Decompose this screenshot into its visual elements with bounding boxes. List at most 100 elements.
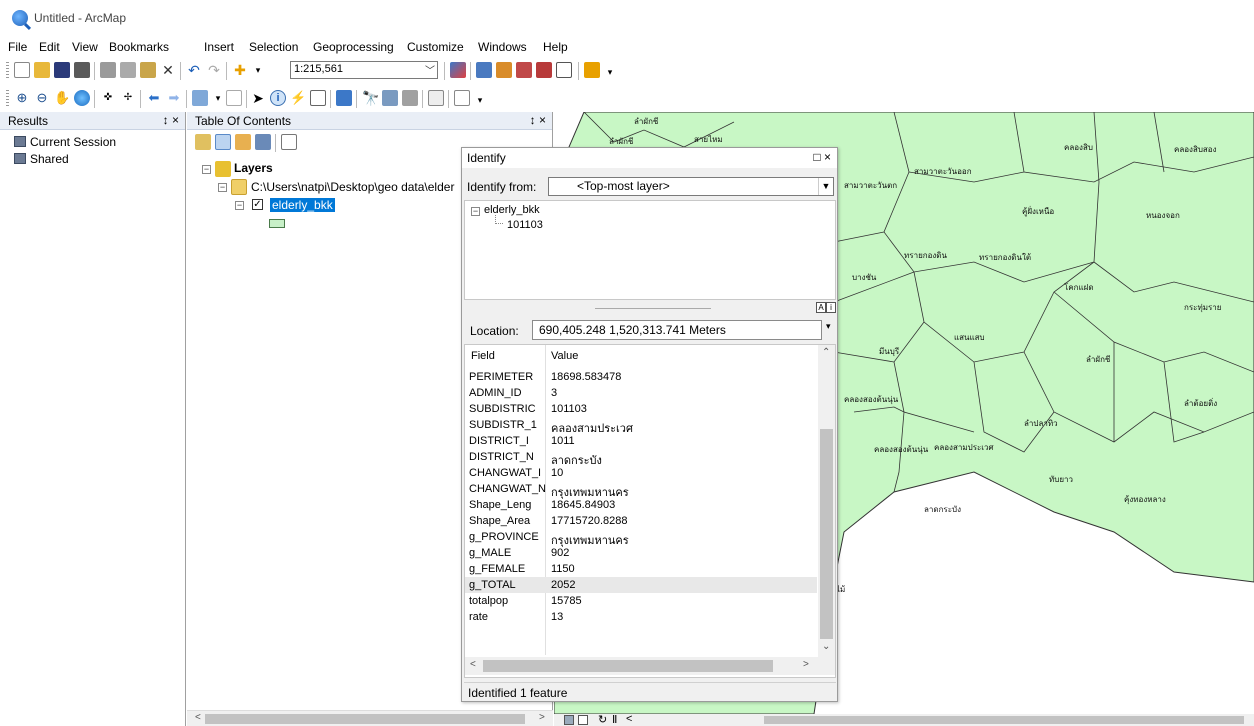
save-icon[interactable]: [54, 62, 70, 78]
table-row[interactable]: CHANGWAT_N กรุงเทพมหานคร: [465, 481, 817, 499]
map-scale-combo[interactable]: 1:215,561 ﹀: [290, 61, 438, 79]
menu-windows[interactable]: Windows: [478, 40, 527, 54]
table-row[interactable]: g_MALE 902: [465, 545, 817, 561]
catalog-icon[interactable]: [496, 62, 512, 78]
location-menu-icon[interactable]: ▾: [826, 321, 831, 332]
select-features-icon[interactable]: [192, 90, 208, 106]
arctoolbox-icon[interactable]: [536, 62, 552, 78]
table-row[interactable]: SUBDISTR_1 คลองสามประเวศ: [465, 417, 817, 435]
table-row[interactable]: g_TOTAL 2052: [465, 577, 817, 593]
new-document-icon[interactable]: [14, 62, 30, 78]
scrollbar-thumb[interactable]: [483, 660, 773, 672]
scroll-left-icon[interactable]: <: [195, 712, 201, 723]
pin-close-icon[interactable]: ↕ ×: [530, 113, 546, 127]
table-row[interactable]: CHANGWAT_I 10: [465, 465, 817, 481]
paste-icon[interactable]: [140, 62, 156, 78]
scroll-left-icon[interactable]: <: [470, 659, 476, 670]
value-column-header[interactable]: Value: [551, 350, 578, 362]
table-row[interactable]: Shape_Leng 18645.84903: [465, 497, 817, 513]
table-row[interactable]: DISTRICT_I 1011: [465, 433, 817, 449]
refresh-icon[interactable]: ↻: [598, 713, 607, 726]
menu-selection[interactable]: Selection: [249, 40, 298, 54]
collapse-icon[interactable]: −: [218, 183, 227, 192]
scroll-right-icon[interactable]: >: [803, 659, 809, 670]
grid-vertical-scrollbar[interactable]: ⌃ ⌄: [818, 345, 835, 657]
map-horizontal-scrollbar[interactable]: [764, 716, 1244, 724]
view-mode-icon[interactable]: A: [816, 302, 826, 313]
find-icon[interactable]: 🔭: [362, 90, 379, 106]
layout-view-icon[interactable]: [578, 715, 588, 725]
list-by-selection-icon[interactable]: [255, 134, 271, 150]
menu-help[interactable]: Help: [543, 40, 568, 54]
layer-visibility-checkbox[interactable]: ✓: [252, 199, 263, 210]
results-current-session[interactable]: Current Session: [30, 135, 116, 149]
layer-legend-swatch[interactable]: [269, 219, 285, 228]
zoom-in-icon[interactable]: ⊕: [14, 90, 30, 106]
clear-selection-icon[interactable]: [226, 90, 242, 106]
redo-icon[interactable]: ↷: [206, 62, 222, 78]
chevron-down-icon[interactable]: ﹀: [425, 62, 435, 77]
pan-icon[interactable]: ✋: [54, 90, 70, 106]
identify-from-select[interactable]: <Top-most layer> ▼: [548, 177, 834, 196]
editor-toolbar-icon[interactable]: [450, 62, 466, 78]
back-extent-icon[interactable]: ⬅: [146, 90, 162, 106]
add-data-icon[interactable]: ✚: [232, 62, 248, 78]
menu-bookmarks[interactable]: Bookmarks: [109, 40, 169, 54]
cut-icon[interactable]: [100, 62, 116, 78]
list-by-visibility-icon[interactable]: [235, 134, 251, 150]
html-popup-icon[interactable]: [310, 90, 326, 106]
menu-geoprocessing[interactable]: Geoprocessing: [313, 40, 394, 54]
menu-file[interactable]: File: [8, 40, 27, 54]
toc-layers-label[interactable]: Layers: [234, 161, 273, 175]
undo-icon[interactable]: ↶: [186, 62, 202, 78]
open-folder-icon[interactable]: [34, 62, 50, 78]
zoom-out-icon[interactable]: ⊖: [34, 90, 50, 106]
select-elements-icon[interactable]: ➤: [250, 90, 266, 106]
table-row[interactable]: Shape_Area 17715720.8288: [465, 513, 817, 529]
find-route-icon[interactable]: [382, 90, 398, 106]
model-builder-icon[interactable]: [584, 62, 600, 78]
identify-splitter[interactable]: A i: [464, 300, 836, 316]
identify-icon[interactable]: i: [270, 90, 286, 106]
full-extent-icon[interactable]: [74, 90, 90, 106]
table-row[interactable]: DISTRICT_N ลาดกระบัง: [465, 449, 817, 467]
table-row[interactable]: g_PROVINCE กรุงเทพมหานคร: [465, 529, 817, 547]
menu-customize[interactable]: Customize: [407, 40, 464, 54]
table-row[interactable]: g_FEMALE 1150: [465, 561, 817, 577]
field-column-header[interactable]: Field: [471, 350, 495, 362]
delete-icon[interactable]: ✕: [160, 62, 176, 78]
table-row[interactable]: SUBDISTRIC 101103: [465, 401, 817, 417]
scroll-up-icon[interactable]: ⌃: [822, 347, 830, 358]
grid-horizontal-scrollbar[interactable]: < >: [465, 657, 835, 675]
toolbar-overflow-icon[interactable]: ▾: [472, 90, 488, 106]
magnifier-icon[interactable]: [454, 90, 470, 106]
info-mode-icon[interactable]: i: [826, 302, 836, 313]
list-by-source-icon[interactable]: [215, 134, 231, 150]
chevron-down-icon[interactable]: ▼: [818, 178, 833, 195]
scrollbar-thumb[interactable]: [205, 714, 525, 724]
toc-folder-path[interactable]: C:\Users\natpi\Desktop\geo data\elder: [251, 180, 454, 194]
splitter-handle[interactable]: [595, 308, 711, 309]
scroll-right-icon[interactable]: >: [539, 712, 545, 723]
collapse-icon[interactable]: −: [471, 207, 480, 216]
select-dropdown-icon[interactable]: ▾: [210, 90, 226, 106]
tree-layer-node[interactable]: elderly_bkk: [484, 204, 540, 216]
maximize-close-icon[interactable]: □ ×: [813, 150, 831, 164]
measure-icon[interactable]: [336, 90, 352, 106]
toolbar-grip[interactable]: [6, 90, 9, 108]
toc-layer-name[interactable]: elderly_bkk: [270, 198, 335, 212]
scroll-left-icon[interactable]: <: [626, 713, 632, 725]
forward-extent-icon[interactable]: ➡: [166, 90, 182, 106]
tree-feature-node[interactable]: 101103: [507, 219, 543, 231]
collapse-icon[interactable]: −: [202, 165, 211, 174]
time-slider-icon[interactable]: [428, 90, 444, 106]
table-row[interactable]: ADMIN_ID 3: [465, 385, 817, 401]
scrollbar-thumb[interactable]: [820, 429, 833, 639]
results-shared[interactable]: Shared: [30, 152, 69, 166]
copy-icon[interactable]: [120, 62, 136, 78]
add-data-dropdown-icon[interactable]: ▾: [250, 62, 266, 78]
toolbar-grip[interactable]: [6, 62, 9, 80]
toc-options-icon[interactable]: [281, 134, 297, 150]
toolbar-overflow-icon[interactable]: ▾: [602, 62, 618, 78]
pause-drawing-icon[interactable]: Ⅱ: [612, 713, 617, 726]
